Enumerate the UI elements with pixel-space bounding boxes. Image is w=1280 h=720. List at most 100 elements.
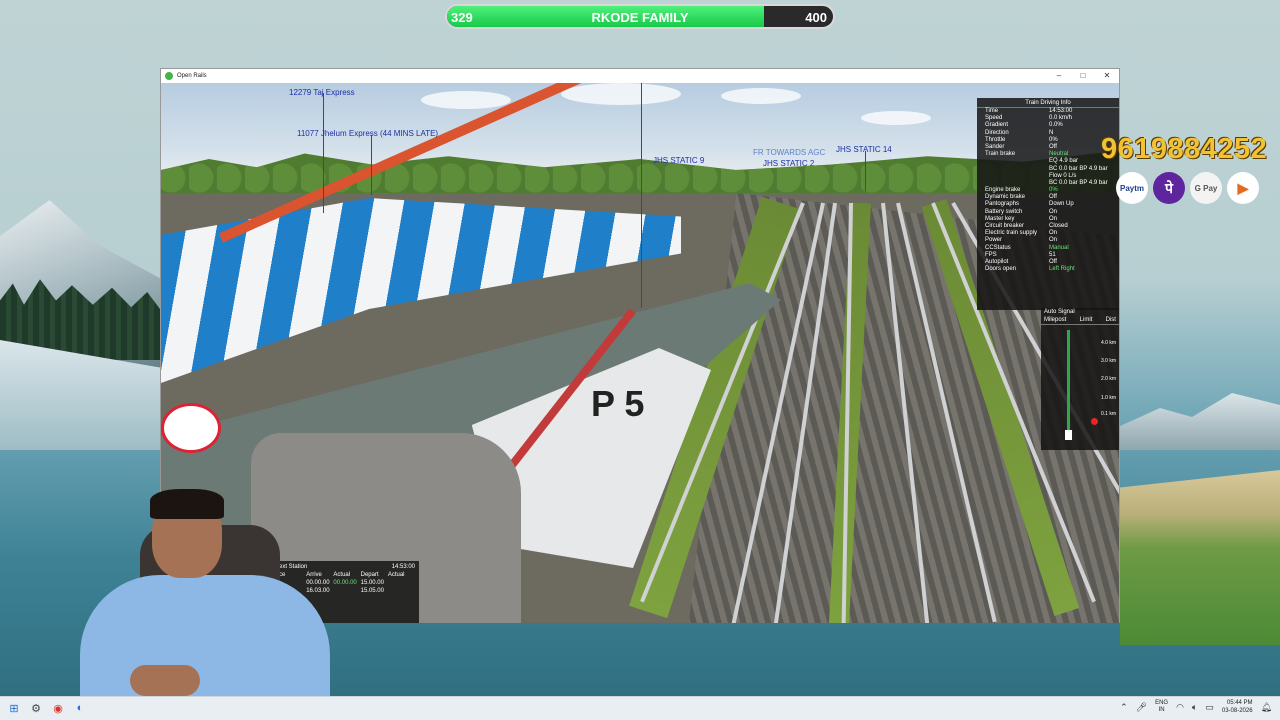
driving-info-key: Dynamic brake (985, 194, 1026, 201)
contact-phone-number: 9619884252 (1101, 133, 1268, 165)
driving-info-key: Pantographs (985, 201, 1020, 208)
driving-info-value: Off (1049, 258, 1057, 265)
windows-taskbar: ⊞ ⚙ ◉ ◐ ⌃ 🎤︎ ENG IN ◠ 🔈︎ ▭ 05:44 PM 03-0… (0, 696, 1280, 720)
train-label-fr-towards-agc[interactable]: FR TOWARDS AGC (753, 148, 825, 157)
driving-info-key: Autopilot (985, 258, 1009, 265)
driving-info-value: BC 0.0 bar BP 4.9 bar (1049, 165, 1108, 172)
gpay-icon: G Pay (1190, 172, 1222, 204)
train-label-jhs-static-14[interactable]: JHS STATIC 14 (836, 145, 892, 154)
notifications-icon[interactable]: 🔔︎ (1261, 702, 1272, 713)
train-driving-info-panel: Train Driving Info Time 14:53:00 Speed 0.0 … (977, 98, 1119, 310)
maximize-button[interactable]: □ (1071, 69, 1095, 83)
language-code: ENG (1155, 700, 1169, 706)
window-title-bar[interactable]: Open Rails – □ ✕ (161, 69, 1119, 83)
driving-info-key: Master key (985, 215, 1015, 222)
driving-info-value: On (1049, 237, 1058, 244)
driving-info-row: Master key On (977, 216, 1119, 223)
driving-info-key: Doors open (985, 266, 1017, 273)
driving-info-value: Off (1049, 143, 1057, 150)
volume-icon[interactable]: 🔈︎ (1192, 702, 1197, 713)
driving-info-row: Train brake Neutral (977, 151, 1119, 158)
bhim-icon: ▶ (1227, 172, 1259, 204)
chrome-icon[interactable]: ◉ (50, 700, 66, 716)
driving-info-row: Circuit breaker Closed (977, 223, 1119, 230)
tray-chevron-icon[interactable]: ⌃ (1120, 702, 1128, 713)
station-cell: 15.00.00 (360, 580, 384, 586)
station-cell: 15.05.00 (360, 588, 384, 594)
driving-info-value: Down Up (1049, 201, 1074, 208)
driving-info-row: Time 14:53:00 (977, 108, 1119, 115)
progress-title: RKODE FAMILY (591, 10, 689, 25)
signal-distance: 2.0 km (1100, 376, 1116, 382)
driving-info-row: FPS 51 (977, 252, 1119, 259)
driving-info-value: EQ 4.9 bar (1049, 158, 1079, 165)
train-label-taj-express[interactable]: 12279 Taj Express (289, 88, 355, 97)
driving-info-value: On (1049, 215, 1058, 222)
microphone-icon[interactable]: 🎤︎ (1136, 702, 1147, 713)
streamer-shirt (80, 575, 330, 696)
driving-info-row: Battery switch On (977, 209, 1119, 216)
driving-info-key: Speed (985, 115, 1003, 122)
driving-info-row: Pantographs Down Up (977, 201, 1119, 208)
station-header: Depart (360, 572, 379, 578)
metro-logo-sign (161, 403, 221, 453)
driving-info-key: Direction (985, 129, 1009, 136)
battery-icon[interactable]: ▭ (1205, 702, 1214, 713)
driving-info-key: Battery switch (985, 208, 1023, 215)
driving-info-value: Closed (1049, 223, 1068, 229)
driving-info-key: Throttle (985, 136, 1006, 143)
next-station-time: 14:53:00 (391, 564, 415, 570)
driving-info-row: BC 0.0 bar BP 4.9 bar (977, 166, 1119, 173)
driving-info-key: Electric train supply (985, 230, 1038, 237)
signal-distance: 3.0 km (1100, 358, 1116, 364)
webcam-overlay (60, 485, 340, 696)
language-indicator[interactable]: ENG IN (1155, 700, 1168, 714)
signal-distance: 0.1 km (1100, 411, 1116, 417)
driving-info-row: Power On (977, 237, 1119, 244)
progress-target: 400 (805, 10, 827, 25)
minimize-button[interactable]: – (1047, 69, 1071, 83)
clock-time: 05:44 PM (1226, 700, 1253, 706)
driving-info-row: Direction N (977, 130, 1119, 137)
train-label-jhelum-express[interactable]: 11077 Jhelum Express (44 MINS LATE) (297, 129, 438, 138)
driving-info-key (985, 158, 1049, 165)
driving-info-value: BC 0.0 bar BP 4.9 bar (1049, 179, 1108, 186)
station-cell (388, 587, 415, 595)
driving-info-row: Electric train supply On (977, 230, 1119, 237)
settings-gear-icon[interactable]: ⚙ (28, 700, 44, 716)
driving-info-row: Dynamic brake Off (977, 194, 1119, 201)
station-cell (388, 579, 415, 587)
signal-header-milepost: Milepost (1044, 317, 1067, 323)
red-signal-icon (1091, 418, 1098, 425)
close-button[interactable]: ✕ (1095, 69, 1119, 83)
driving-info-key: Engine brake (985, 187, 1021, 194)
phonepe-icon: पे (1153, 172, 1185, 204)
stream-goal-progress-bar: 329 RKODE FAMILY 400 (445, 4, 835, 29)
driving-info-key: CCStatus (985, 244, 1011, 251)
signal-distance: 4.0 km (1100, 340, 1116, 346)
driving-info-key: Power (985, 237, 1003, 244)
driving-info-row: Gradient 0.0% (977, 122, 1119, 129)
driving-info-value: 51 (1049, 251, 1056, 258)
signal-distance: 1.0 km (1100, 395, 1116, 401)
open-rails-app-icon (165, 72, 173, 80)
driving-info-value: Neutral (1049, 151, 1069, 158)
driving-info-key (985, 173, 1049, 180)
driving-info-key: Sander (985, 143, 1005, 150)
app-taskbar-icon[interactable]: ◐ (72, 700, 88, 716)
windows-start-icon[interactable]: ⊞ (6, 700, 22, 716)
wifi-icon[interactable]: ◠ (1176, 702, 1184, 713)
driving-info-key: Time (985, 108, 999, 114)
train-label-jhs-static-2[interactable]: JHS STATIC 2 (763, 159, 814, 168)
train-label-jhs-static-9[interactable]: JHS STATIC 9 (653, 156, 704, 165)
driving-info-value: On (1049, 208, 1058, 215)
window-title: Open Rails (177, 73, 207, 79)
payment-icons: Paytm पे G Pay ▶ (1116, 172, 1259, 204)
driving-info-value: 0% (1049, 136, 1058, 143)
driving-info-row: EQ 4.9 bar (977, 158, 1119, 165)
system-clock[interactable]: 05:44 PM 03-08-2026 (1222, 699, 1253, 715)
driving-info-title: Train Driving Info (977, 98, 1119, 108)
driving-info-value: Left Right (1049, 266, 1075, 273)
region-code: IN (1158, 707, 1165, 713)
driving-info-value: Manual (1049, 244, 1069, 251)
